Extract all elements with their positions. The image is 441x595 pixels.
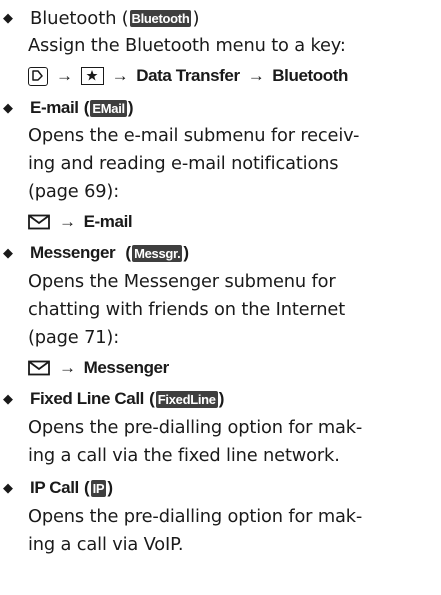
envelope-icon xyxy=(28,214,51,230)
item-description-line: ing a call via VoIP. xyxy=(28,534,184,555)
star-key-icon xyxy=(80,67,104,85)
item-email-heading: ◆ E-mail (EMail) xyxy=(0,93,134,123)
menu-path: → E-mail xyxy=(28,208,133,236)
arrow-icon: → xyxy=(59,212,76,231)
item-label: Bluetooth xyxy=(30,7,117,29)
menu-key-icon xyxy=(28,66,48,86)
arrow-icon: → xyxy=(59,358,76,377)
item-bluetooth-heading: ◆ Bluetooth (Bluetooth) xyxy=(0,3,200,33)
item-label: IP Call xyxy=(30,478,79,497)
item-ip-call-heading: ◆ IP Call (IP) xyxy=(0,473,113,503)
display-key-badge: EMail xyxy=(90,99,127,117)
path-step: Messenger xyxy=(83,358,170,377)
item-description-line: Opens the pre-dialling option for mak- xyxy=(28,417,363,438)
path-step: E-mail xyxy=(83,212,133,231)
path-step: Data Transfer xyxy=(136,66,240,85)
bullet-icon: ◆ xyxy=(3,391,13,407)
item-messenger-heading: ◆ Messenger (Messgr.) xyxy=(0,238,189,268)
bullet-icon: ◆ xyxy=(3,245,13,261)
item-description-line: ing and reading e-mail notifications xyxy=(28,153,339,174)
menu-path: → → Data Transfer → Bluetooth xyxy=(28,62,348,90)
path-step: Bluetooth xyxy=(272,66,349,85)
arrow-icon: → xyxy=(111,66,129,85)
item-fixed-line-call-heading: ◆ Fixed Line Call (FixedLine) xyxy=(0,384,224,414)
item-description-line: Assign the Bluetooth menu to a key: xyxy=(28,35,346,56)
item-description-line: chatting with friends on the Internet xyxy=(28,299,346,320)
item-label: Messenger xyxy=(30,243,116,262)
envelope-icon xyxy=(28,360,51,376)
item-label: E-mail xyxy=(30,98,79,117)
arrow-icon: → xyxy=(56,66,73,85)
item-description-line: ing a call via the fixed line network. xyxy=(28,445,340,466)
bullet-icon: ◆ xyxy=(3,480,13,496)
item-label: Fixed Line Call xyxy=(30,389,144,408)
manual-page: ◆ Bluetooth (Bluetooth) Assign the Bluet… xyxy=(0,0,441,595)
bullet-icon: ◆ xyxy=(3,10,13,26)
item-description-line: Opens the pre-dialling option for mak- xyxy=(28,506,363,527)
item-description-line: Opens the Messenger submenu for xyxy=(28,271,336,292)
bullet-icon: ◆ xyxy=(3,100,13,116)
menu-path: → Messenger xyxy=(28,354,169,382)
display-key-badge: IP xyxy=(90,479,107,497)
item-description-line: Opens the e-mail submenu for receiv- xyxy=(28,125,360,146)
item-description-line: (page 69): xyxy=(28,181,120,202)
display-key-badge: FixedLine xyxy=(155,390,218,408)
item-description-line: (page 71): xyxy=(28,327,120,348)
display-key-badge: Bluetooth xyxy=(129,9,192,27)
display-key-badge: Messgr. xyxy=(132,244,183,262)
arrow-icon: → xyxy=(247,66,265,85)
